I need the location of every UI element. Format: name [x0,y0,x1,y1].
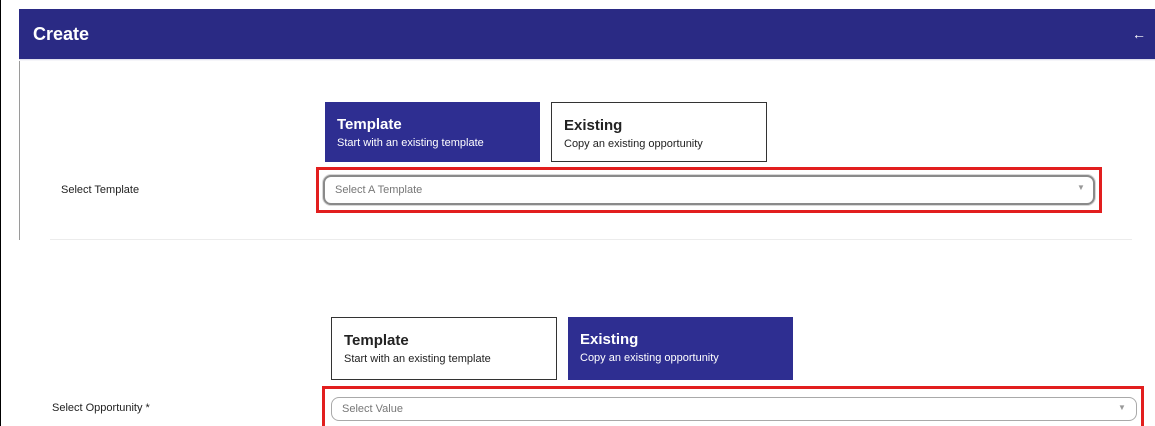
existing-option-card[interactable]: Existing Copy an existing opportunity [568,317,793,380]
card-title: Template [344,332,409,349]
card-title: Existing [564,117,623,134]
existing-option-card[interactable]: Existing Copy an existing opportunity [551,102,767,162]
panel-header [19,9,1155,59]
card-title: Template [337,116,402,133]
header-shadow [19,59,1155,61]
select-template-label: Select Template [61,184,140,196]
section-divider [50,239,1132,240]
card-title: Existing [580,331,639,348]
arrow-left-icon[interactable]: ← [1131,22,1147,46]
select-opportunity-label: Select Opportunity * [52,402,150,414]
card-subtitle: Copy an existing opportunity [580,352,719,364]
card-subtitle: Copy an existing opportunity [564,138,703,150]
select-opportunity-dropdown[interactable]: Select Value [331,397,1137,421]
card-subtitle: Start with an existing template [337,137,484,149]
page-left-edge [0,0,1,426]
template-option-card[interactable]: Template Start with an existing template [331,317,557,380]
caret-down-icon: ▼ [1118,403,1126,412]
template-option-card[interactable]: Template Start with an existing template [325,102,540,162]
select-template-dropdown[interactable]: Select A Template [323,175,1095,205]
caret-down-icon: ▼ [1077,183,1085,192]
card-subtitle: Start with an existing template [344,353,491,365]
page-title: Create [33,24,90,44]
